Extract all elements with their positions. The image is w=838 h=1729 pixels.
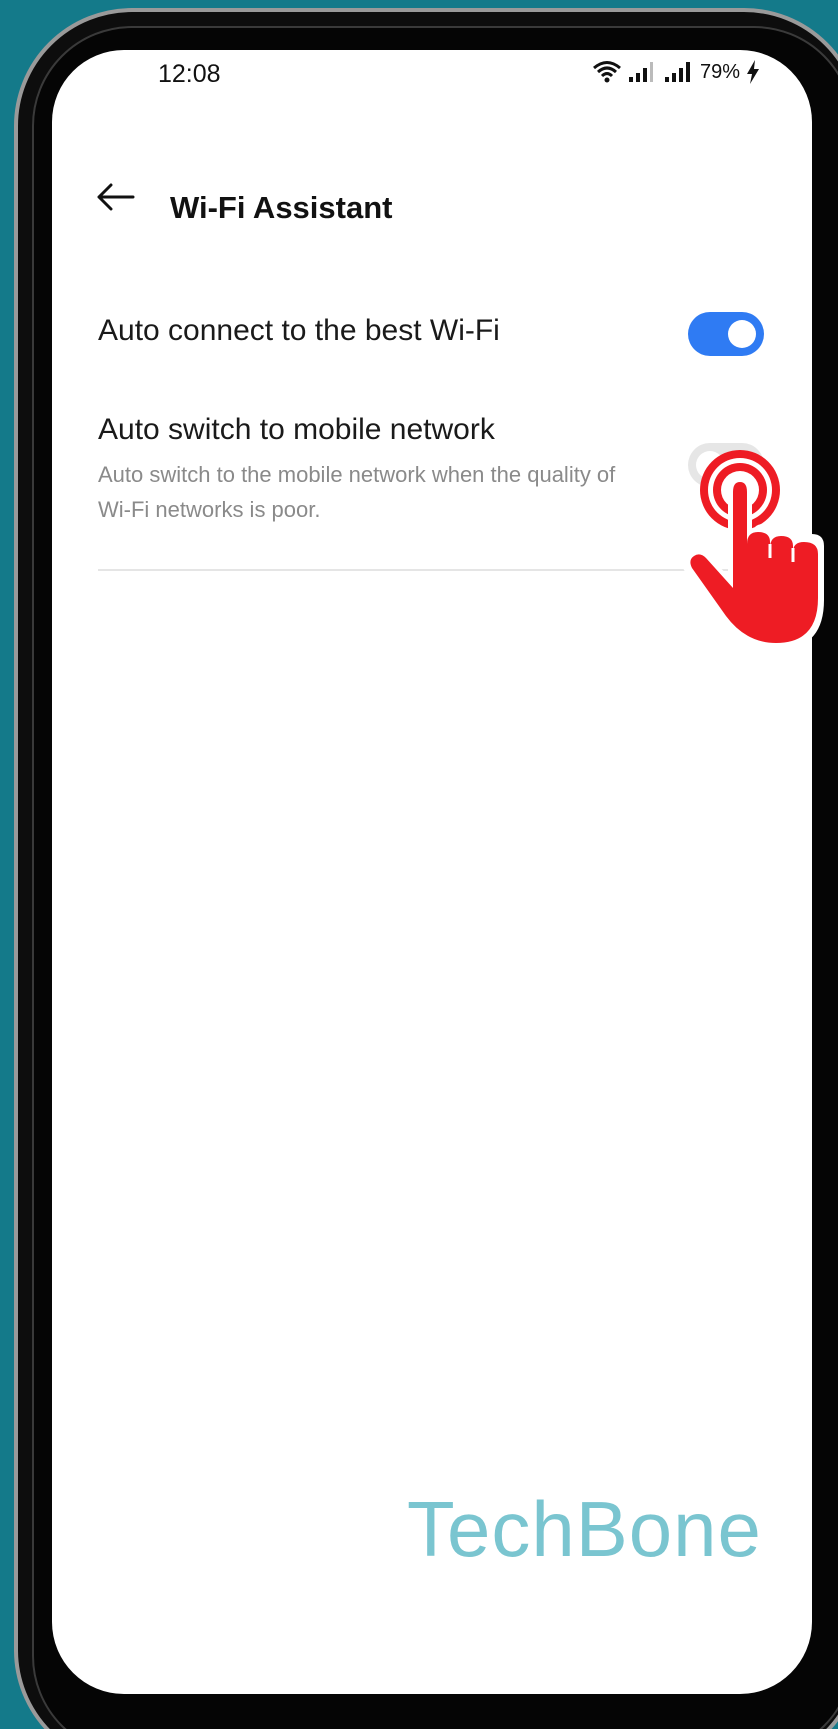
setting-auto-connect[interactable]: Auto connect to the best Wi-Fi [52, 290, 812, 400]
signal-icon [665, 62, 690, 82]
auto-connect-toggle[interactable] [688, 312, 764, 356]
charging-icon [747, 60, 760, 84]
watermark-text: TechBone [407, 1485, 762, 1573]
setting-label: Auto switch to mobile network [98, 413, 495, 446]
status-bar: 12:08 79% [52, 50, 812, 110]
signal-icon [629, 62, 653, 82]
app-bar: Wi-Fi Assistant [52, 160, 812, 240]
phone-screen: 12:08 79% Wi-Fi Assistant Auto connect t… [52, 50, 812, 1694]
wifi-icon [593, 61, 621, 83]
tap-hand-icon [681, 450, 824, 650]
status-time: 12:08 [158, 60, 221, 88]
back-button[interactable] [90, 172, 140, 222]
page-title: Wi-Fi Assistant [170, 190, 393, 225]
setting-description: Auto switch to the mobile network when t… [98, 462, 616, 522]
battery-percent: 79% [700, 60, 741, 83]
divider [98, 569, 766, 571]
status-icons: 79% [592, 60, 760, 84]
arrow-left-icon [97, 183, 135, 211]
setting-label: Auto connect to the best Wi-Fi [98, 314, 500, 347]
toggle-knob [728, 320, 756, 348]
